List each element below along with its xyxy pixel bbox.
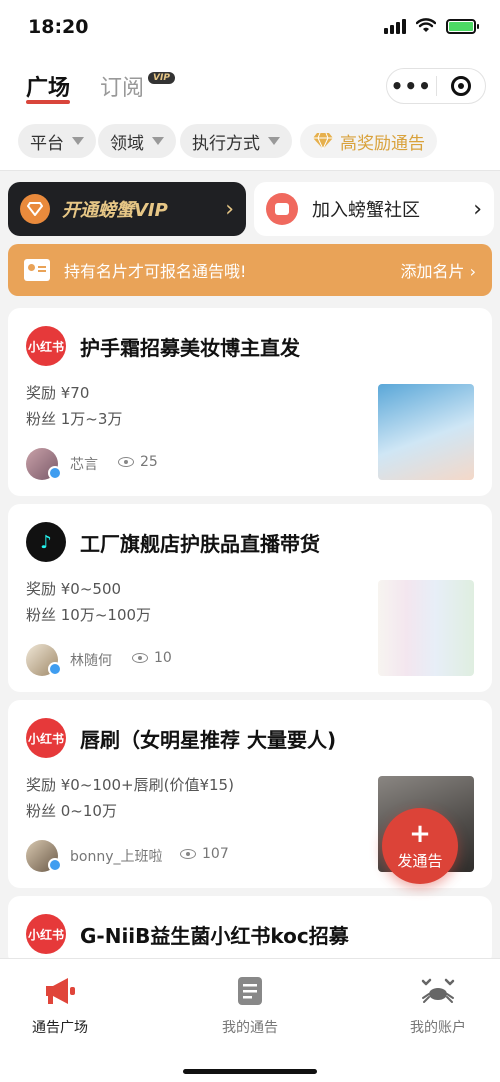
job-fans: 粉丝 0~10万 bbox=[26, 802, 117, 820]
view-count: 10 bbox=[132, 650, 172, 666]
home-indicator bbox=[183, 1069, 317, 1074]
job-card[interactable]: 小红书 G-NiiB益生菌小红书koc招募 bbox=[8, 896, 492, 966]
douyin-logo: ♪ bbox=[26, 522, 66, 562]
xiaohongshu-logo: 小红书 bbox=[26, 326, 66, 366]
author-name: bonny_上班啦 bbox=[70, 849, 163, 865]
join-community-banner[interactable]: 加入螃蟹社区 › bbox=[254, 182, 494, 236]
xiaohongshu-logo: 小红书 bbox=[26, 718, 66, 758]
author-name: 林随何 bbox=[70, 653, 112, 669]
chat-icon bbox=[266, 193, 298, 225]
more-icon[interactable]: ••• bbox=[387, 68, 436, 104]
close-miniprogram-button[interactable] bbox=[437, 76, 486, 96]
tabbar-item-my-notices[interactable]: 我的通告 bbox=[190, 973, 310, 1037]
tabbar-item-plaza[interactable]: 通告广场 bbox=[0, 973, 120, 1037]
vip-diamond-icon bbox=[20, 194, 50, 224]
filter-label: 领域 bbox=[110, 133, 144, 154]
target-icon bbox=[450, 76, 471, 96]
vip-banner-label: 开通螃蟹VIP bbox=[62, 200, 168, 221]
tab-active-indicator bbox=[26, 100, 70, 104]
business-card-notice[interactable]: 持有名片才可报名通告哦! 添加名片 › bbox=[8, 244, 492, 296]
view-count: 25 bbox=[118, 454, 158, 470]
eye-icon bbox=[118, 457, 134, 467]
job-fans: 粉丝 10万~100万 bbox=[26, 606, 152, 624]
tabbar-item-my-account[interactable]: 我的账户 bbox=[378, 973, 498, 1037]
vip-badge: VIP bbox=[148, 72, 175, 84]
view-count-value: 10 bbox=[154, 650, 172, 666]
plus-icon: + bbox=[409, 818, 431, 849]
wifi-icon bbox=[416, 18, 436, 32]
id-card-icon bbox=[24, 259, 50, 281]
chevron-right-icon: › bbox=[473, 196, 482, 222]
status-bar: 18:20 bbox=[0, 0, 500, 60]
job-card[interactable]: ♪ 工厂旗舰店护肤品直播带货 奖励 ¥0~500 粉丝 10万~100万 林随何… bbox=[8, 504, 492, 692]
megaphone-icon bbox=[42, 973, 78, 1009]
job-reward: 奖励 ¥70 bbox=[26, 384, 90, 402]
battery-icon bbox=[446, 18, 479, 34]
caret-down-icon bbox=[72, 137, 84, 145]
job-title: 护手霜招募美妆博主直发 bbox=[80, 336, 300, 360]
add-card-link[interactable]: 添加名片 › bbox=[401, 258, 477, 282]
verified-icon bbox=[48, 466, 62, 480]
view-count: 107 bbox=[180, 846, 229, 862]
xiaohongshu-logo: 小红书 bbox=[26, 914, 66, 954]
verified-icon bbox=[48, 858, 62, 872]
fab-label: 发通告 bbox=[397, 851, 443, 870]
job-title: 唇刷（女明星推荐 大量要人) bbox=[80, 728, 337, 752]
job-title: 工厂旗舰店护肤品直播带货 bbox=[80, 532, 320, 556]
open-vip-banner[interactable]: 开通螃蟹VIP › bbox=[8, 182, 246, 236]
job-reward: 奖励 ¥0~500 bbox=[26, 580, 122, 598]
document-icon bbox=[232, 973, 268, 1009]
filter-label: 执行方式 bbox=[192, 133, 260, 154]
filter-label: 高奖励通告 bbox=[340, 133, 425, 154]
signal-icon bbox=[384, 18, 406, 34]
view-count-value: 25 bbox=[140, 454, 158, 470]
tab-subscribe[interactable]: 订阅 bbox=[100, 70, 144, 102]
author-name: 芯言 bbox=[70, 457, 98, 473]
status-icons bbox=[384, 18, 479, 34]
job-reward: 奖励 ¥0~100+唇刷(价值¥15) bbox=[26, 776, 234, 794]
filter-high-reward[interactable]: 高奖励通告 bbox=[300, 124, 437, 158]
crab-icon bbox=[420, 973, 456, 1009]
bottom-tabbar: 通告广场 我的通告 我的账户 bbox=[0, 958, 500, 1082]
header: 广场 订阅 VIP ••• bbox=[0, 60, 500, 115]
product-thumbnail bbox=[378, 580, 474, 676]
job-fans: 粉丝 1万~3万 bbox=[26, 410, 123, 428]
tabbar-label: 通告广场 bbox=[32, 1020, 88, 1036]
job-title: G-NiiB益生菌小红书koc招募 bbox=[80, 924, 349, 948]
tabbar-label: 我的账户 bbox=[410, 1020, 466, 1036]
verified-icon bbox=[48, 662, 62, 676]
post-notice-button[interactable]: + 发通告 bbox=[382, 808, 458, 884]
filter-execution[interactable]: 执行方式 bbox=[180, 124, 292, 158]
tab-plaza[interactable]: 广场 bbox=[26, 70, 70, 102]
notice-text: 持有名片才可报名通告哦! bbox=[64, 262, 247, 281]
eye-icon bbox=[180, 849, 196, 859]
community-banner-label: 加入螃蟹社区 bbox=[312, 200, 420, 221]
product-thumbnail bbox=[378, 384, 474, 480]
filter-label: 平台 bbox=[30, 133, 64, 154]
caret-down-icon bbox=[268, 137, 280, 145]
job-card[interactable]: 小红书 护手霜招募美妆博主直发 奖励 ¥70 粉丝 1万~3万 芯言 25 bbox=[8, 308, 492, 496]
filter-domain[interactable]: 领域 bbox=[98, 124, 176, 158]
eye-icon bbox=[132, 653, 148, 663]
chevron-right-icon: › bbox=[225, 196, 234, 222]
caret-down-icon bbox=[152, 137, 164, 145]
view-count-value: 107 bbox=[202, 846, 229, 862]
filter-bar: 平台 领域 执行方式 高奖励通告 bbox=[0, 115, 500, 171]
miniprogram-capsule: ••• bbox=[386, 68, 486, 104]
tabbar-label: 我的通告 bbox=[222, 1020, 278, 1036]
diamond-icon bbox=[313, 132, 333, 150]
status-time: 18:20 bbox=[28, 16, 89, 38]
filter-platform[interactable]: 平台 bbox=[18, 124, 96, 158]
